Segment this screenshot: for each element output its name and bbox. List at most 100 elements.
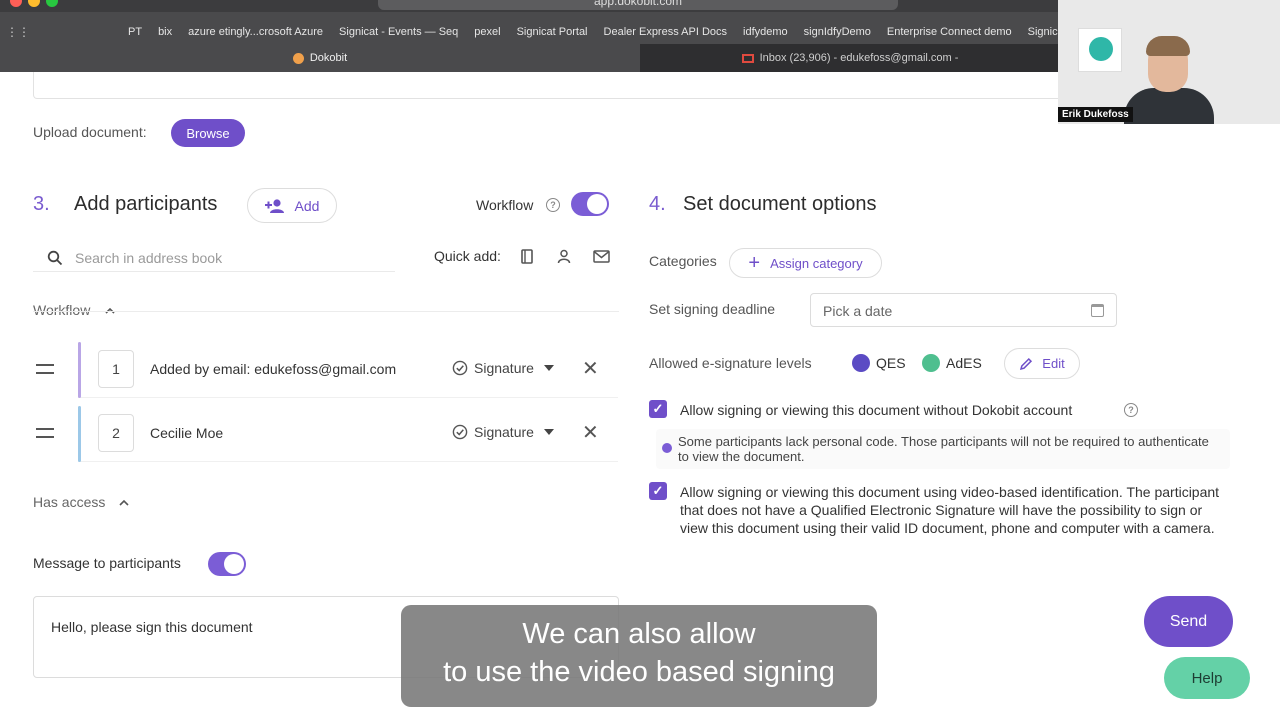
- close-window-icon[interactable]: [10, 0, 22, 7]
- bookmark-item[interactable]: Signicat - Events — Seq: [339, 26, 458, 38]
- notice-box: Some participants lack personal code. Th…: [656, 429, 1230, 469]
- upload-label: Upload document:: [33, 124, 147, 140]
- person-icon[interactable]: [557, 249, 571, 264]
- presenter-name: Erik Dukefoss: [1058, 107, 1133, 122]
- signing-order-field[interactable]: 1: [98, 350, 134, 388]
- dokobit-favicon-icon: [292, 52, 304, 64]
- signicat-logo-icon: [1078, 28, 1122, 72]
- address-book-search: [33, 244, 395, 272]
- tab-label: Dokobit: [309, 52, 348, 64]
- calendar-icon[interactable]: [1091, 304, 1104, 317]
- book-icon[interactable]: [520, 249, 534, 264]
- info-icon: [662, 443, 672, 453]
- chevron-up-icon[interactable]: [119, 499, 129, 506]
- date-input[interactable]: [823, 300, 1073, 322]
- tab-dokobit[interactable]: Dokobit: [0, 44, 640, 72]
- ades-icon: [922, 354, 940, 372]
- section-title: Set document options: [683, 193, 877, 215]
- categories-label: Categories: [649, 253, 717, 269]
- allow-video-checkbox[interactable]: ✓: [649, 482, 667, 500]
- assign-category-label: Assign category: [770, 255, 863, 271]
- signing-order-field[interactable]: 2: [98, 414, 134, 452]
- deadline-label: Set signing deadline: [649, 301, 776, 317]
- search-input[interactable]: [75, 246, 375, 270]
- presenter-body: [1124, 88, 1214, 124]
- gmail-favicon-icon: [741, 53, 754, 63]
- plus-icon: +: [748, 252, 761, 274]
- address-bar[interactable]: app.dokobit.com: [378, 0, 898, 10]
- bookmark-item[interactable]: Dealer Express API Docs: [604, 26, 728, 38]
- remove-participant-icon[interactable]: ✕: [582, 420, 599, 445]
- email-icon[interactable]: [593, 250, 610, 263]
- bookmark-item[interactable]: Signicat Sign d: [1028, 26, 1060, 38]
- section-number: 3.: [33, 193, 50, 215]
- search-icon: [47, 250, 63, 266]
- section-number: 4.: [649, 193, 666, 215]
- role-dropdown[interactable]: Signature: [452, 424, 554, 440]
- workflow-toggle-label: Workflow: [476, 197, 534, 213]
- allow-video-text: Allow signing or viewing this document u…: [680, 484, 1220, 536]
- message-toggle[interactable]: [208, 552, 246, 576]
- add-person-icon: [264, 198, 284, 213]
- drag-handle-icon[interactable]: [36, 428, 54, 438]
- apps-grid-icon[interactable]: ⋮⋮: [6, 25, 30, 39]
- role-label: Signature: [474, 360, 534, 376]
- bookmark-item[interactable]: bix: [158, 26, 172, 38]
- remove-participant-icon[interactable]: ✕: [582, 356, 599, 381]
- role-label: Signature: [474, 424, 534, 440]
- participant-name: Cecilie Moe: [150, 425, 224, 441]
- workflow-toggle[interactable]: [571, 192, 609, 216]
- help-question-icon[interactable]: ?: [1124, 403, 1138, 417]
- check-circle-icon: [452, 360, 468, 376]
- assign-category-button[interactable]: + Assign category: [729, 248, 882, 278]
- participant-name: Added by email: edukefoss@gmail.com: [150, 361, 397, 377]
- browse-button[interactable]: Browse: [171, 119, 245, 147]
- allow-no-account-text: Allow signing or viewing this document w…: [680, 402, 1073, 418]
- maximize-window-icon[interactable]: [46, 0, 58, 7]
- divider: [33, 311, 619, 312]
- qes-icon: [852, 354, 870, 372]
- esig-levels-label: Allowed e-signature levels: [649, 355, 812, 371]
- bookmark-item[interactable]: Enterprise Connect demo: [887, 26, 1012, 38]
- caret-down-icon: [543, 365, 554, 371]
- help-button[interactable]: Help: [1164, 657, 1250, 699]
- tab-label: Inbox (23,906) - edukefoss@gmail.com -: [759, 52, 959, 64]
- presenter-video: Erik Dukefoss: [1058, 0, 1280, 124]
- caret-down-icon: [543, 429, 554, 435]
- ades-badge: AdES: [922, 354, 982, 372]
- message-label: Message to participants: [33, 555, 181, 571]
- tab-gmail[interactable]: Inbox (23,906) - edukefoss@gmail.com -: [640, 44, 1060, 72]
- has-access-label: Has access: [33, 494, 106, 510]
- add-participant-button[interactable]: Add: [247, 188, 337, 223]
- bookmark-item[interactable]: pexel: [474, 26, 500, 38]
- pencil-icon: [1020, 357, 1033, 370]
- caption-line: We can also allow: [522, 618, 756, 650]
- edit-label: Edit: [1042, 356, 1065, 371]
- video-caption: We can also allow to use the video based…: [401, 605, 877, 707]
- caption-line: to use the video based signing: [443, 656, 835, 688]
- bookmark-item[interactable]: azure etingly...crosoft Azure: [188, 26, 323, 38]
- bookmark-item[interactable]: signIdfyDemo: [804, 26, 871, 38]
- bookmark-item[interactable]: idfydemo: [743, 26, 788, 38]
- send-button[interactable]: Send: [1144, 596, 1233, 647]
- main-content: Upload document: Browse 3. Add participa…: [0, 72, 1280, 720]
- previous-section-box: [33, 72, 1063, 99]
- participant-row: 2 Cecilie Moe Signature ✕: [78, 406, 618, 462]
- minimize-window-icon[interactable]: [28, 0, 40, 7]
- role-dropdown[interactable]: Signature: [452, 360, 554, 376]
- help-question-icon[interactable]: ?: [546, 198, 560, 212]
- deadline-date-picker: [810, 293, 1117, 327]
- message-text: Hello, please sign this document: [51, 619, 253, 635]
- notice-text: Some participants lack personal code. Th…: [678, 434, 1209, 464]
- check-circle-icon: [452, 424, 468, 440]
- drag-handle-icon[interactable]: [36, 364, 54, 374]
- participant-color-bar: [78, 406, 81, 462]
- qes-label: QES: [876, 355, 906, 371]
- quick-add-label: Quick add:: [434, 248, 501, 264]
- allow-no-account-checkbox[interactable]: ✓: [649, 400, 667, 418]
- participant-row: 1 Added by email: edukefoss@gmail.com Si…: [78, 342, 618, 398]
- bookmark-item[interactable]: Signicat Portal: [517, 26, 588, 38]
- bookmark-item[interactable]: PT: [128, 26, 142, 38]
- edit-levels-button[interactable]: Edit: [1004, 348, 1080, 379]
- workflow-section-label: Workflow: [33, 302, 91, 318]
